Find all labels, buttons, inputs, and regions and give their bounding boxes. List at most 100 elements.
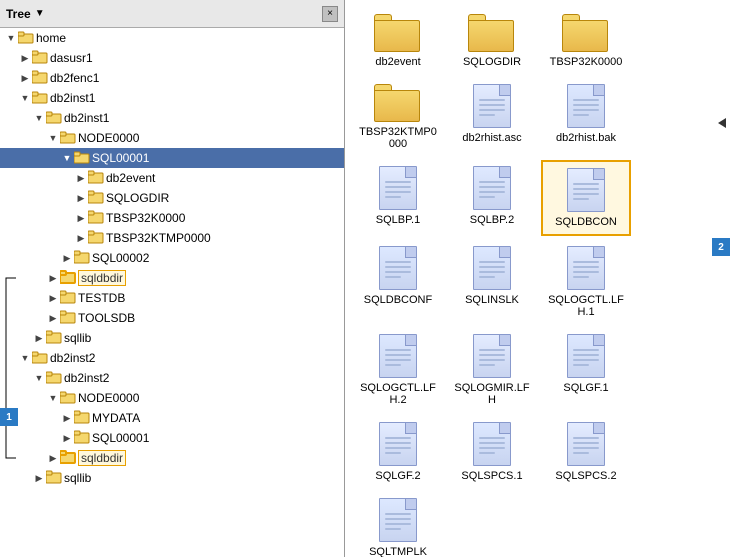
tree-item-testdb[interactable]: ▶ TESTDB <box>0 288 344 308</box>
folder-icon-sqllib_top <box>46 330 64 347</box>
file-label-sqltmplk: SQLTMPLK <box>369 546 427 557</box>
expander-sqldbdir[interactable]: ▶ <box>46 271 60 285</box>
tree-item-sqlogdir[interactable]: ▶ SQLOGDIR <box>0 188 344 208</box>
file-label-db2rhist_asc: db2rhist.asc <box>462 132 521 144</box>
folder-icon-db2event <box>374 14 422 52</box>
tree-item-label-testdb: TESTDB <box>78 291 125 305</box>
file-item-db2rhist_asc[interactable]: db2rhist.asc <box>447 78 537 156</box>
expander-toolsdb[interactable]: ▶ <box>46 311 60 325</box>
tree-item-db2inst1_inner[interactable]: ▼ db2inst1 <box>0 108 344 128</box>
file-item-sqlbp1[interactable]: SQLBP.1 <box>353 160 443 236</box>
expander-tbsp32k0000[interactable]: ▶ <box>74 211 88 225</box>
file-item-tbsp32k0000[interactable]: TBSP32K0000 <box>541 8 631 74</box>
doc-icon-sqlbp1 <box>379 166 417 210</box>
file-label-sqlogctl_lfh1: SQLOGCTL.LFH.1 <box>545 294 627 318</box>
tree-item-mydata[interactable]: ▶ MYDATA <box>0 408 344 428</box>
doc-icon-sqlinslk <box>473 246 511 290</box>
expander-db2fenc1[interactable]: ▶ <box>18 71 32 85</box>
tree-item-sqllib_top[interactable]: ▶ sqllib <box>0 328 344 348</box>
tree-panel: Tree ▼ × 1 ▼ home▶ dasusr1▶ db2fenc1▼ db… <box>0 0 345 557</box>
tree-item-label-sqllib_top: sqllib <box>64 331 91 345</box>
tree-item-label-mydata: MYDATA <box>92 411 140 425</box>
file-item-sqlogctl_lfh2[interactable]: SQLOGCTL.LFH.2 <box>353 328 443 412</box>
file-label-sqlbp2: SQLBP.2 <box>470 214 514 226</box>
file-item-sqlogdir[interactable]: SQLOGDIR <box>447 8 537 74</box>
folder-icon-sql00002 <box>74 250 92 267</box>
tree-scroll-area[interactable]: ▼ home▶ dasusr1▶ db2fenc1▼ db2inst1▼ db2… <box>0 28 344 557</box>
tree-item-node0000_bot[interactable]: ▼ NODE0000 <box>0 388 344 408</box>
folder-icon-tbsp32k0000 <box>88 210 106 227</box>
tree-close-button[interactable]: × <box>322 6 338 22</box>
tree-item-db2inst2_inner[interactable]: ▼ db2inst2 <box>0 368 344 388</box>
doc-icon-db2rhist_bak <box>567 84 605 128</box>
tree-item-sql00001[interactable]: ▼ SQL00001 <box>0 148 344 168</box>
tree-item-tbsp32ktmp0000[interactable]: ▶ TBSP32KTMP0000 <box>0 228 344 248</box>
file-item-sqldbconf[interactable]: SQLDBCONF <box>353 240 443 324</box>
expander-sqllib_bot[interactable]: ▶ <box>32 471 46 485</box>
tree-item-db2fenc1[interactable]: ▶ db2fenc1 <box>0 68 344 88</box>
tree-item-toolsdb[interactable]: ▶ TOOLSDB <box>0 308 344 328</box>
expander-node0000_bot[interactable]: ▼ <box>46 391 60 405</box>
tree-item-sqldbdir_bot[interactable]: ▶ sqldbdir <box>0 448 344 468</box>
tree-item-node0000_top[interactable]: ▼ NODE0000 <box>0 128 344 148</box>
tree-item-sql00001_bot[interactable]: ▶ SQL00001 <box>0 428 344 448</box>
expander-node0000_top[interactable]: ▼ <box>46 131 60 145</box>
expander-testdb[interactable]: ▶ <box>46 291 60 305</box>
expander-sqllib_top[interactable]: ▶ <box>32 331 46 345</box>
file-item-sqlogctl_lfh1[interactable]: SQLOGCTL.LFH.1 <box>541 240 631 324</box>
folder-icon-tbsp32ktmp0000 <box>374 84 422 122</box>
tree-item-label-db2inst2_inner: db2inst2 <box>64 371 109 385</box>
tree-dropdown-icon[interactable]: ▼ <box>35 8 45 19</box>
file-item-sqlspcs1[interactable]: SQLSPCS.1 <box>447 416 537 488</box>
doc-icon-sqlspcs2 <box>567 422 605 466</box>
expander-dasusr1[interactable]: ▶ <box>18 51 32 65</box>
file-item-db2event[interactable]: db2event <box>353 8 443 74</box>
file-item-sqlgf2[interactable]: SQLGF.2 <box>353 416 443 488</box>
expander-sqlogdir[interactable]: ▶ <box>74 191 88 205</box>
doc-icon-sqlogctl_lfh2 <box>379 334 417 378</box>
file-item-db2rhist_bak[interactable]: db2rhist.bak <box>541 78 631 156</box>
file-panel[interactable]: 2 db2event SQLOGDIR TBSP32K0000 TBSP32KT… <box>345 0 730 557</box>
doc-icon-sqltmplk <box>379 498 417 542</box>
expander-db2inst2_top[interactable]: ▼ <box>18 351 32 365</box>
file-item-tbsp32ktmp0000[interactable]: TBSP32KTMP0000 <box>353 78 443 156</box>
doc-icon-sqlbp2 <box>473 166 511 210</box>
tree-item-sqldbdir[interactable]: ▶ sqldbdir <box>0 268 344 288</box>
folder-icon-mydata <box>74 410 92 427</box>
tree-item-home[interactable]: ▼ home <box>0 28 344 48</box>
file-item-sqlinslk[interactable]: SQLINSLK <box>447 240 537 324</box>
expander-mydata[interactable]: ▶ <box>60 411 74 425</box>
expander-sqldbdir_bot[interactable]: ▶ <box>46 451 60 465</box>
file-label-sqlogmir_lfh: SQLOGMIR.LFH <box>451 382 533 406</box>
tree-item-label-db2fenc1: db2fenc1 <box>50 71 99 85</box>
expander-sql00001[interactable]: ▼ <box>60 151 74 165</box>
file-item-sqlbp2[interactable]: SQLBP.2 <box>447 160 537 236</box>
tree-item-db2inst1_top[interactable]: ▼ db2inst1 <box>0 88 344 108</box>
folder-icon-node0000_bot <box>60 390 78 407</box>
tree-item-label-sql00002: SQL00002 <box>92 251 149 265</box>
tree-item-dasusr1[interactable]: ▶ dasusr1 <box>0 48 344 68</box>
file-item-sqlgf1[interactable]: SQLGF.1 <box>541 328 631 412</box>
expander-tbsp32ktmp0000[interactable]: ▶ <box>74 231 88 245</box>
file-item-sqlogmir_lfh[interactable]: SQLOGMIR.LFH <box>447 328 537 412</box>
file-item-sqldbcon[interactable]: SQLDBCON <box>541 160 631 236</box>
expander-db2inst1_inner[interactable]: ▼ <box>32 111 46 125</box>
folder-icon-sql00001 <box>74 150 92 167</box>
doc-icon-sqlogctl_lfh1 <box>567 246 605 290</box>
tree-item-db2event[interactable]: ▶ db2event <box>0 168 344 188</box>
expander-sql00001_bot[interactable]: ▶ <box>60 431 74 445</box>
file-label-sqlgf1: SQLGF.1 <box>563 382 608 394</box>
expander-home[interactable]: ▼ <box>4 31 18 45</box>
file-item-sqltmplk[interactable]: SQLTMPLK <box>353 492 443 557</box>
expander-db2inst1_top[interactable]: ▼ <box>18 91 32 105</box>
tree-item-db2inst2_top[interactable]: ▼ db2inst2 <box>0 348 344 368</box>
expander-sql00002[interactable]: ▶ <box>60 251 74 265</box>
expander-db2inst2_inner[interactable]: ▼ <box>32 371 46 385</box>
tree-item-sql00002[interactable]: ▶ SQL00002 <box>0 248 344 268</box>
tree-item-sqllib_bot[interactable]: ▶ sqllib <box>0 468 344 488</box>
tree-item-tbsp32k0000[interactable]: ▶ TBSP32K0000 <box>0 208 344 228</box>
file-item-sqlspcs2[interactable]: SQLSPCS.2 <box>541 416 631 488</box>
expander-db2event[interactable]: ▶ <box>74 171 88 185</box>
folder-icon-tbsp32k0000 <box>562 14 610 52</box>
tree-item-label-sql00001_bot: SQL00001 <box>92 431 149 445</box>
